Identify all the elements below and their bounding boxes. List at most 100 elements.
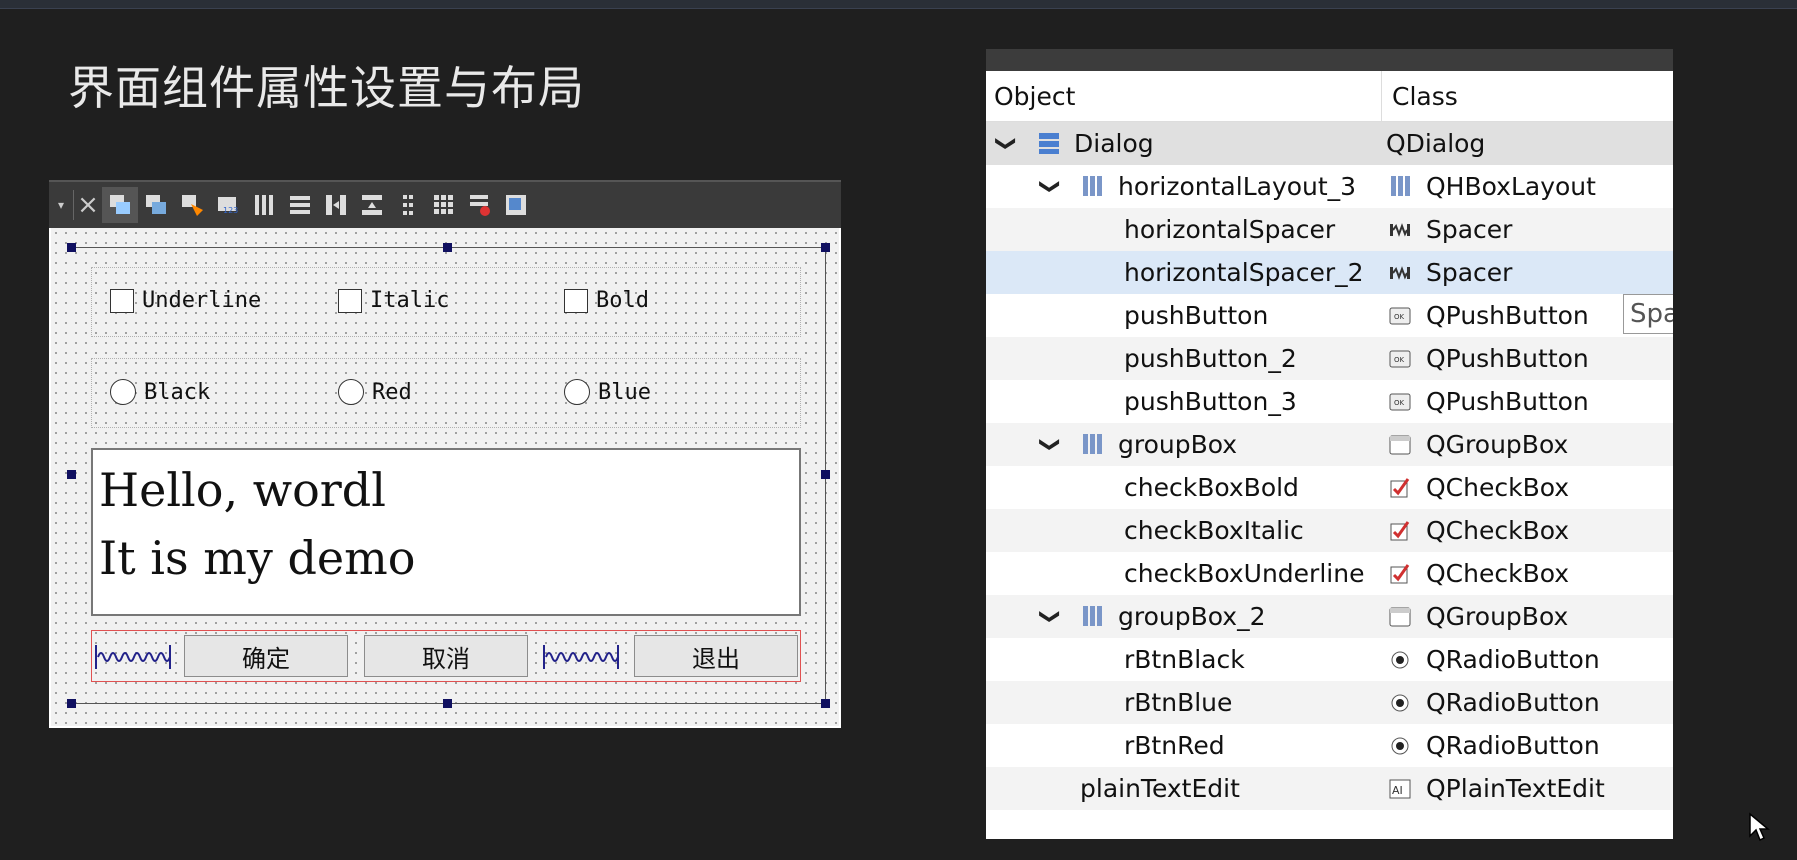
object-name: horizontalSpacer_2 — [1124, 258, 1364, 287]
inspector-titlebar — [986, 49, 1673, 71]
layout-vertical-icon[interactable] — [282, 187, 318, 223]
tree-row-pushbutton-3[interactable]: pushButton_3 OK QPushButton — [986, 380, 1673, 423]
checkbox-indicator[interactable] — [110, 288, 134, 313]
object-name: Dialog — [1074, 129, 1154, 158]
tree-row-pushbutton-2[interactable]: pushButton_2 OK QPushButton — [986, 337, 1673, 380]
resize-handle[interactable] — [821, 243, 830, 252]
resize-handle[interactable] — [67, 243, 76, 252]
tree-row-horizontalspacer-2[interactable]: horizontalSpacer_2 Spacer — [986, 251, 1673, 294]
edit-widgets-icon[interactable] — [102, 187, 138, 223]
exit-button[interactable]: 退出 — [634, 635, 798, 677]
tree-row-plaintextedit[interactable]: plainTextEdit AI QPlainTextEdit — [986, 767, 1673, 810]
tooltip: Spa — [1623, 294, 1673, 334]
class-name: QRadioButton — [1426, 688, 1600, 717]
checkbox-underline[interactable]: Underline — [110, 288, 261, 313]
object-inspector: Object Class ❯ Dialog QDialog ❯ horizont… — [986, 49, 1673, 839]
checkbox-italic[interactable]: Italic — [338, 288, 449, 313]
close-icon[interactable]: × — [73, 190, 102, 220]
tree-row-dialog[interactable]: ❯ Dialog QDialog — [986, 122, 1673, 165]
tree-row-checkboxunderline[interactable]: checkBoxUnderline QCheckBox — [986, 552, 1673, 595]
layout-form-icon[interactable] — [390, 187, 426, 223]
break-layout-icon[interactable] — [462, 187, 498, 223]
layout-grid-icon[interactable] — [426, 187, 462, 223]
resize-handle[interactable] — [443, 243, 452, 252]
groupbox-icon — [1389, 607, 1411, 627]
adjust-size-icon[interactable] — [498, 187, 534, 223]
spacer-icon — [1390, 223, 1410, 237]
tree-row-rbtnred[interactable]: rBtnRed QRadioButton — [986, 724, 1673, 767]
column-header-class[interactable]: Class — [1382, 82, 1458, 111]
tree-row-groupbox[interactable]: ❯ groupBox QGroupBox — [986, 423, 1673, 466]
class-name: QPushButton — [1426, 387, 1589, 416]
dropdown-arrow-icon[interactable]: ▾ — [49, 198, 73, 212]
object-name: plainTextEdit — [1080, 774, 1240, 803]
tree-row-rbtnblue[interactable]: rBtnBlue QRadioButton — [986, 681, 1673, 724]
edit-signals-icon[interactable] — [138, 187, 174, 223]
checkbox-label: Italic — [370, 288, 450, 313]
horizontal-spacer[interactable] — [94, 643, 172, 671]
tree-row-horizontallayout-3[interactable]: ❯ horizontalLayout_3 QHBoxLayout — [986, 165, 1673, 208]
class-name: QCheckBox — [1426, 516, 1570, 545]
cancel-button[interactable]: 取消 — [364, 635, 528, 677]
checkbox-indicator[interactable] — [564, 288, 588, 313]
layout-horizontal-icon[interactable] — [246, 187, 282, 223]
checkbox-indicator[interactable] — [338, 288, 362, 313]
chevron-down-icon[interactable]: ❯ — [985, 135, 1028, 152]
resize-handle[interactable] — [821, 699, 830, 708]
designer-toolbar: ▾ × 123 — [49, 180, 841, 228]
object-tree: ❯ Dialog QDialog ❯ horizontalLayout_3 QH… — [986, 122, 1673, 810]
groupbox-font-color: Black Red Blue — [91, 358, 801, 428]
chevron-down-icon[interactable]: ❯ — [1029, 608, 1072, 625]
edit-buddies-icon[interactable] — [174, 187, 210, 223]
radio-label: Red — [372, 379, 412, 405]
object-name: horizontalSpacer — [1124, 215, 1336, 244]
object-name: horizontalLayout_3 — [1118, 172, 1357, 201]
radio-red[interactable]: Red — [338, 379, 412, 405]
layout-horizontal-splitter-icon[interactable] — [318, 187, 354, 223]
pushbutton-icon: OK — [1389, 350, 1411, 368]
resize-handle[interactable] — [821, 470, 830, 479]
chevron-down-icon[interactable]: ❯ — [1029, 436, 1072, 453]
object-name: checkBoxBold — [1124, 473, 1299, 502]
checkbox-bold[interactable]: Bold — [564, 288, 649, 313]
radio-indicator[interactable] — [338, 379, 364, 405]
horizontal-spacer[interactable] — [542, 643, 620, 671]
object-name: rBtnRed — [1124, 731, 1225, 760]
ok-button[interactable]: 确定 — [184, 635, 348, 677]
radio-indicator[interactable] — [564, 379, 590, 405]
tree-row-pushbutton[interactable]: pushButton OK QPushButton Spa — [986, 294, 1673, 337]
class-name: QHBoxLayout — [1426, 172, 1596, 201]
horizontal-layout-buttons: 确定 取消 退出 — [91, 630, 801, 682]
class-name: QGroupBox — [1426, 430, 1569, 459]
dialog-icon — [1039, 133, 1059, 154]
class-name: QGroupBox — [1426, 602, 1569, 631]
radio-indicator[interactable] — [110, 379, 136, 405]
column-header-object[interactable]: Object — [986, 71, 1382, 121]
svg-text:AI: AI — [1392, 784, 1403, 797]
radio-blue[interactable]: Blue — [564, 379, 651, 405]
plaintextedit-icon: AI — [1389, 779, 1411, 799]
plain-text-edit[interactable]: Hello, wordl It is my demo — [91, 448, 801, 616]
inspector-header: Object Class — [986, 71, 1673, 122]
object-name: groupBox_2 — [1118, 602, 1266, 631]
resize-handle[interactable] — [67, 470, 76, 479]
tree-row-checkboxbold[interactable]: checkBoxBold QCheckBox — [986, 466, 1673, 509]
resize-handle[interactable] — [443, 699, 452, 708]
edit-tab-order-icon[interactable]: 123 — [210, 187, 246, 223]
class-name: QCheckBox — [1426, 559, 1570, 588]
resize-handle[interactable] — [67, 699, 76, 708]
class-name: QDialog — [1386, 129, 1486, 158]
groupbox-icon — [1389, 435, 1411, 455]
radio-black[interactable]: Black — [110, 379, 210, 405]
svg-text:OK: OK — [1394, 399, 1405, 407]
tree-row-checkboxitalic[interactable]: checkBoxItalic QCheckBox — [986, 509, 1673, 552]
layout-vertical-splitter-icon[interactable] — [354, 187, 390, 223]
window-top-border — [0, 0, 1797, 9]
tree-row-rbtnblack[interactable]: rBtnBlack QRadioButton — [986, 638, 1673, 681]
chevron-down-icon[interactable]: ❯ — [1029, 178, 1072, 195]
radiobutton-icon — [1391, 737, 1409, 755]
object-name: pushButton_3 — [1124, 387, 1297, 416]
object-name: pushButton — [1124, 301, 1269, 330]
tree-row-horizontalspacer[interactable]: horizontalSpacer Spacer — [986, 208, 1673, 251]
tree-row-groupbox-2[interactable]: ❯ groupBox_2 QGroupBox — [986, 595, 1673, 638]
